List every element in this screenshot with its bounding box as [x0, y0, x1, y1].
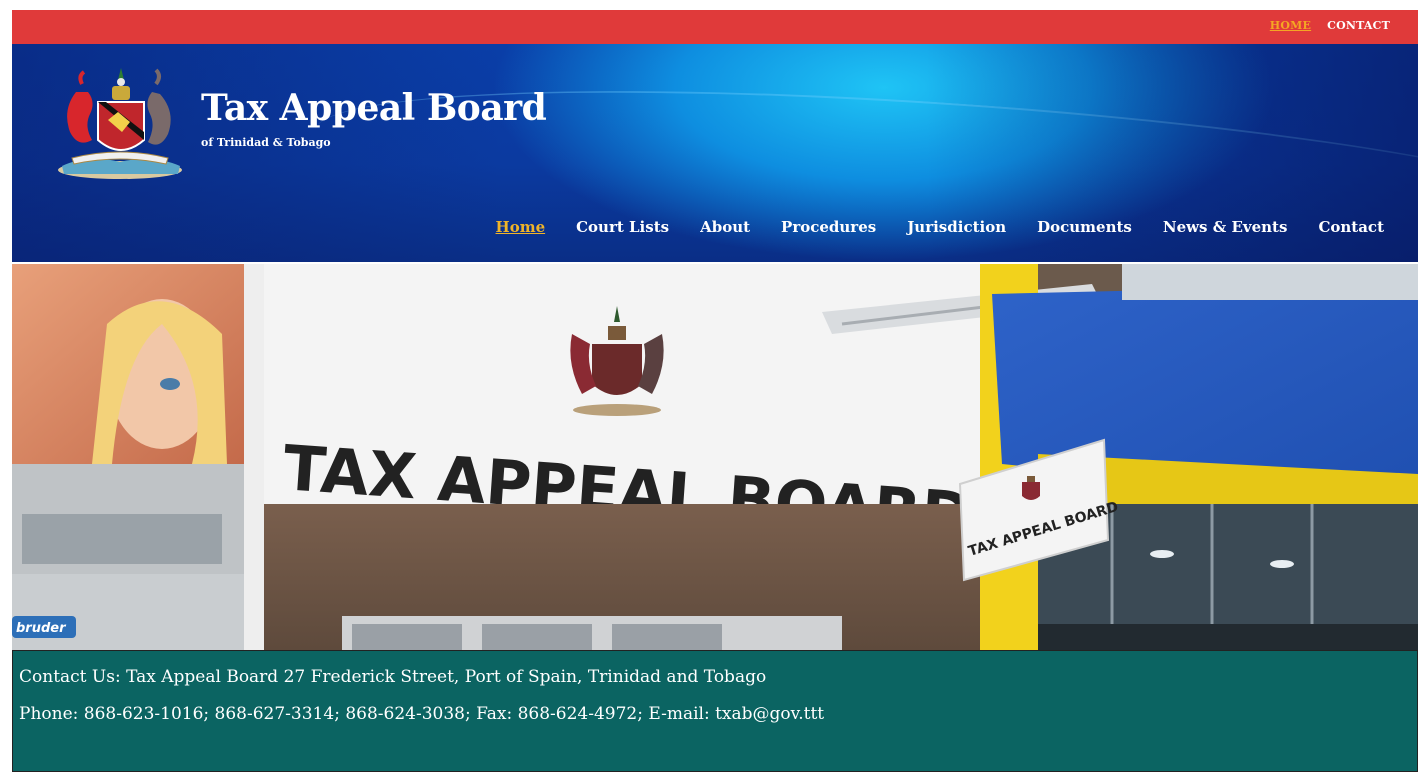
- utility-link-home[interactable]: HOME: [1270, 19, 1311, 32]
- nav-item-contact[interactable]: Contact: [1318, 218, 1384, 236]
- nav-item-jurisdiction[interactable]: Jurisdiction: [907, 218, 1006, 236]
- nav-item-about[interactable]: About: [700, 218, 750, 236]
- main-nav: Home Court Lists About Procedures Jurisd…: [465, 218, 1384, 236]
- site-header: Tax Appeal Board of Trinidad & Tobago Ho…: [12, 44, 1418, 262]
- coat-of-arms-icon[interactable]: [48, 62, 188, 182]
- contact-footer: Contact Us: Tax Appeal Board 27 Frederic…: [12, 650, 1418, 772]
- nav-item-documents[interactable]: Documents: [1037, 218, 1132, 236]
- nav-item-court-lists[interactable]: Court Lists: [576, 218, 669, 236]
- contact-phone-email: Phone: 868-623-1016; 868-627-3314; 868-6…: [19, 704, 825, 724]
- utility-link-contact[interactable]: CONTACT: [1327, 19, 1390, 32]
- nav-item-news-events[interactable]: News & Events: [1163, 218, 1288, 236]
- building-photo: bruder TAX APPEAL BOARD TAX APPEAL BOARD: [12, 264, 1418, 650]
- page: HOME CONTACT Tax Appeal Board of Trinida…: [12, 10, 1418, 773]
- contact-address: Contact Us: Tax Appeal Board 27 Frederic…: [19, 667, 767, 687]
- site-title[interactable]: Tax Appeal Board: [201, 87, 547, 129]
- nav-item-home[interactable]: Home: [496, 218, 546, 236]
- nav-item-procedures[interactable]: Procedures: [781, 218, 876, 236]
- site-subtitle: of Trinidad & Tobago: [201, 136, 331, 149]
- hero-image: bruder TAX APPEAL BOARD TAX APPEAL BOARD: [12, 264, 1418, 650]
- store-sign-text: bruder: [16, 621, 67, 636]
- utility-links: HOME CONTACT: [1258, 19, 1390, 32]
- utility-bar: HOME CONTACT: [12, 10, 1418, 44]
